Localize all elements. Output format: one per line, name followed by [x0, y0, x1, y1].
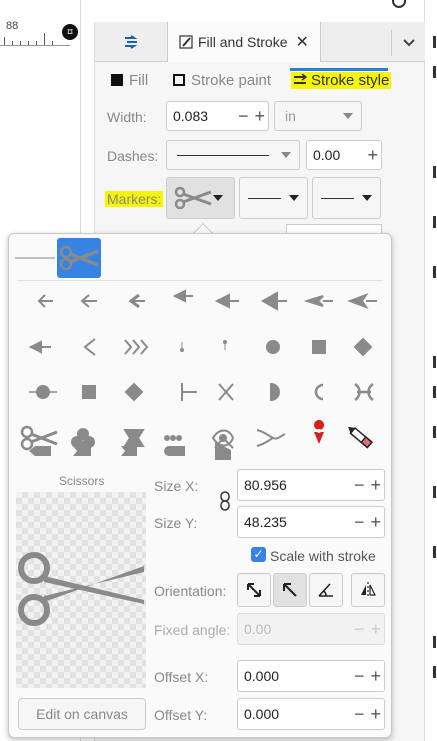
chevron-down-icon	[402, 39, 415, 47]
flip-icon	[361, 582, 376, 598]
plus-icon[interactable]: +	[367, 475, 384, 496]
markers-label: Markers:	[105, 191, 164, 207]
horizontal-ruler: 88	[0, 18, 70, 46]
active-tab-indicator	[290, 68, 388, 71]
orientation-label: Orientation:	[154, 583, 227, 599]
orient-angle-button[interactable]	[309, 573, 343, 607]
arrow-up-left-icon	[283, 583, 297, 597]
offset-y-value: 0.000	[244, 706, 280, 722]
subtab-fill[interactable]: Fill	[111, 68, 148, 92]
size-y-input[interactable]: 48.235 − +	[237, 506, 385, 538]
scissors-icon	[18, 552, 144, 626]
orient-auto-button[interactable]	[273, 573, 307, 607]
marker-grid[interactable]	[17, 284, 383, 464]
auto-reverse-icon	[247, 583, 261, 597]
snap-toggle-icon[interactable]: ⌑	[62, 24, 78, 40]
dock-menu-button[interactable]	[391, 30, 425, 56]
minus-icon[interactable]: −	[351, 512, 368, 533]
stroke-paint-icon	[173, 74, 185, 86]
marker-preview	[16, 492, 146, 688]
minus-icon[interactable]: −	[351, 666, 368, 687]
subtab-fill-label: Fill	[129, 71, 149, 89]
subtab-stroke-style-label: Stroke style	[311, 71, 390, 89]
size-x-value: 80.956	[244, 477, 287, 493]
orient-auto-start-reverse-button[interactable]	[237, 573, 271, 607]
chevron-down-icon	[362, 195, 372, 201]
dialog-switcher-icon[interactable]	[95, 22, 167, 62]
subtab-stroke-paint[interactable]: Stroke paint	[173, 68, 271, 92]
solid-dash-preview	[177, 154, 269, 156]
right-toolbar-strip	[424, 0, 437, 741]
link-icon[interactable]	[220, 491, 230, 511]
offset-y-label: Offset Y:	[154, 707, 208, 723]
edit-on-canvas-button[interactable]: Edit on canvas	[18, 698, 146, 730]
separator	[17, 280, 383, 281]
minus-icon[interactable]: −	[351, 475, 368, 496]
fixed-angle-label: Fixed angle:	[154, 622, 231, 638]
plus-icon[interactable]: +	[364, 145, 381, 166]
ruler-number: 88	[6, 20, 19, 32]
end-marker-select[interactable]	[312, 177, 381, 219]
width-label: Width:	[107, 109, 147, 125]
width-value: 0.083	[173, 108, 209, 124]
plus-icon[interactable]: +	[367, 704, 384, 725]
width-unit-select[interactable]: in	[274, 101, 362, 131]
dash-offset-input[interactable]: 0.00 +	[306, 140, 382, 170]
sync-icon[interactable]	[392, 0, 406, 8]
close-icon[interactable]: ✕	[295, 32, 308, 52]
size-y-label: Size Y:	[154, 515, 198, 531]
offset-y-input[interactable]: 0.000 − +	[237, 698, 385, 730]
plus-icon[interactable]: +	[367, 666, 384, 687]
width-input[interactable]: 0.083 − +	[166, 101, 269, 131]
scale-with-stroke-label: Scale with stroke	[270, 548, 376, 564]
size-x-label: Size X:	[154, 478, 199, 494]
minus-icon[interactable]: −	[351, 704, 368, 725]
plus-icon: +	[370, 618, 381, 639]
dash-offset-value: 0.00	[313, 147, 341, 163]
size-x-input[interactable]: 80.956 − +	[237, 469, 385, 501]
marker-grid-partial-row[interactable]	[17, 440, 257, 462]
dashes-label: Dashes:	[107, 148, 159, 164]
offset-x-value: 0.000	[244, 668, 280, 684]
dock-tab-bar: Fill and Stroke ✕	[95, 22, 425, 62]
flip-marker-button[interactable]	[351, 573, 385, 607]
tab-title: Fill and Stroke	[198, 34, 288, 50]
size-y-value: 48.235	[244, 514, 287, 530]
scale-with-stroke-checkbox[interactable]: ✓	[251, 547, 266, 562]
fill-icon	[111, 74, 123, 86]
chevron-down-icon	[289, 195, 299, 201]
plus-icon[interactable]: +	[251, 106, 268, 127]
scissors-icon	[59, 245, 99, 271]
subtab-stroke-style[interactable]: Stroke style	[291, 68, 392, 92]
width-unit-value: in	[285, 108, 296, 124]
angle-icon	[318, 583, 333, 597]
minus-icon[interactable]: −	[235, 106, 252, 127]
mid-marker-select[interactable]	[239, 177, 308, 219]
marker-none[interactable]	[13, 238, 57, 278]
marker-name: Scissors	[59, 474, 105, 488]
fixed-angle-value: 0.00	[244, 621, 272, 637]
minus-icon: −	[353, 618, 365, 639]
fixed-angle-input[interactable]: 0.00 − +	[237, 613, 385, 645]
stroke-style-icon	[294, 74, 307, 84]
scissors-icon	[174, 186, 212, 210]
subtab-stroke-paint-label: Stroke paint	[191, 71, 272, 89]
chevron-down-icon	[213, 195, 223, 201]
dashes-select[interactable]	[166, 140, 300, 170]
marker-scissors-selected[interactable]	[57, 238, 101, 278]
plus-icon[interactable]: +	[367, 512, 384, 533]
chevron-down-icon	[281, 152, 291, 158]
chevron-down-icon	[343, 113, 353, 119]
offset-x-input[interactable]: 0.000 − +	[237, 660, 385, 692]
tab-fill-and-stroke[interactable]: Fill and Stroke ✕	[167, 22, 321, 62]
start-marker-select[interactable]	[166, 177, 235, 219]
offset-x-label: Offset X:	[154, 669, 209, 685]
pen-icon	[179, 35, 193, 49]
